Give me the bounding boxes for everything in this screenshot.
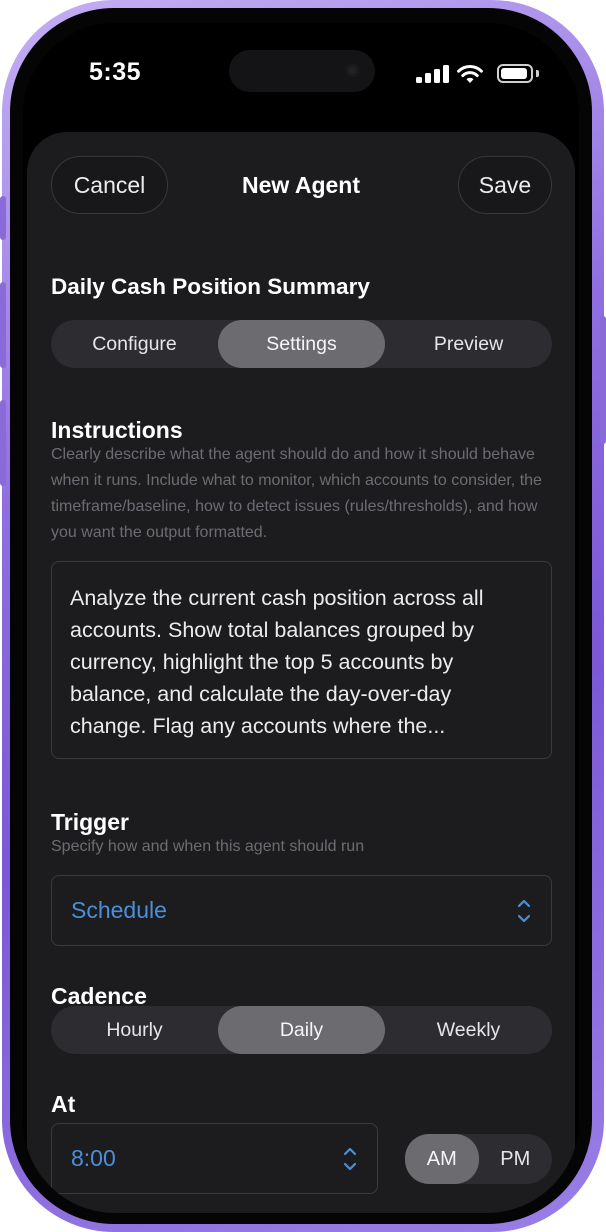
side-button-action — [0, 196, 6, 240]
am-option[interactable]: AM — [405, 1134, 479, 1184]
time-select[interactable]: 8:00 — [51, 1123, 378, 1194]
trigger-select[interactable]: Schedule — [51, 875, 552, 946]
cadence-hourly[interactable]: Hourly — [51, 1006, 218, 1054]
phone-bezel: 5:35 Cancel New Agent Save Daily Cash Po… — [10, 8, 592, 1224]
battery-tip — [536, 70, 539, 77]
instructions-textarea[interactable]: Analyze the current cash position across… — [51, 561, 552, 759]
cadence-weekly[interactable]: Weekly — [385, 1006, 552, 1054]
dynamic-island — [229, 50, 375, 92]
trigger-title: Trigger — [51, 809, 129, 835]
side-button-volume-down — [0, 400, 6, 486]
pm-option[interactable]: PM — [479, 1134, 553, 1184]
tab-configure[interactable]: Configure — [51, 320, 218, 368]
signal-icon — [416, 65, 449, 83]
save-button[interactable]: Save — [458, 156, 552, 214]
battery-icon — [497, 64, 533, 83]
am-pm-toggle: AM PM — [405, 1134, 552, 1184]
trigger-help: Specify how and when this agent should r… — [51, 838, 365, 855]
cadence-selector: Hourly Daily Weekly — [51, 1006, 552, 1054]
at-title: At — [51, 1091, 76, 1117]
time-select-value: 8:00 — [71, 1145, 116, 1171]
tab-preview[interactable]: Preview — [385, 320, 552, 368]
camera-icon — [346, 64, 359, 77]
screen: 5:35 Cancel New Agent Save Daily Cash Po… — [23, 23, 579, 1213]
side-button-volume-up — [0, 282, 6, 368]
status-time: 5:35 — [89, 58, 142, 86]
trigger-select-value: Schedule — [71, 897, 167, 923]
status-bar: 5:35 — [23, 23, 579, 123]
chevron-up-down-icon — [517, 899, 531, 922]
new-agent-sheet: Cancel New Agent Save Daily Cash Positio… — [27, 132, 575, 1213]
chevron-up-down-icon — [343, 1147, 357, 1170]
instructions-title: Instructions — [51, 417, 183, 443]
instructions-help: Clearly describe what the agent should d… — [51, 446, 542, 541]
side-button-power — [600, 316, 606, 444]
tab-settings[interactable]: Settings — [218, 320, 385, 368]
wifi-icon — [457, 65, 483, 83]
tab-bar: Configure Settings Preview — [51, 320, 552, 368]
agent-name: Daily Cash Position Summary — [51, 274, 370, 299]
cadence-daily[interactable]: Daily — [218, 1006, 385, 1054]
